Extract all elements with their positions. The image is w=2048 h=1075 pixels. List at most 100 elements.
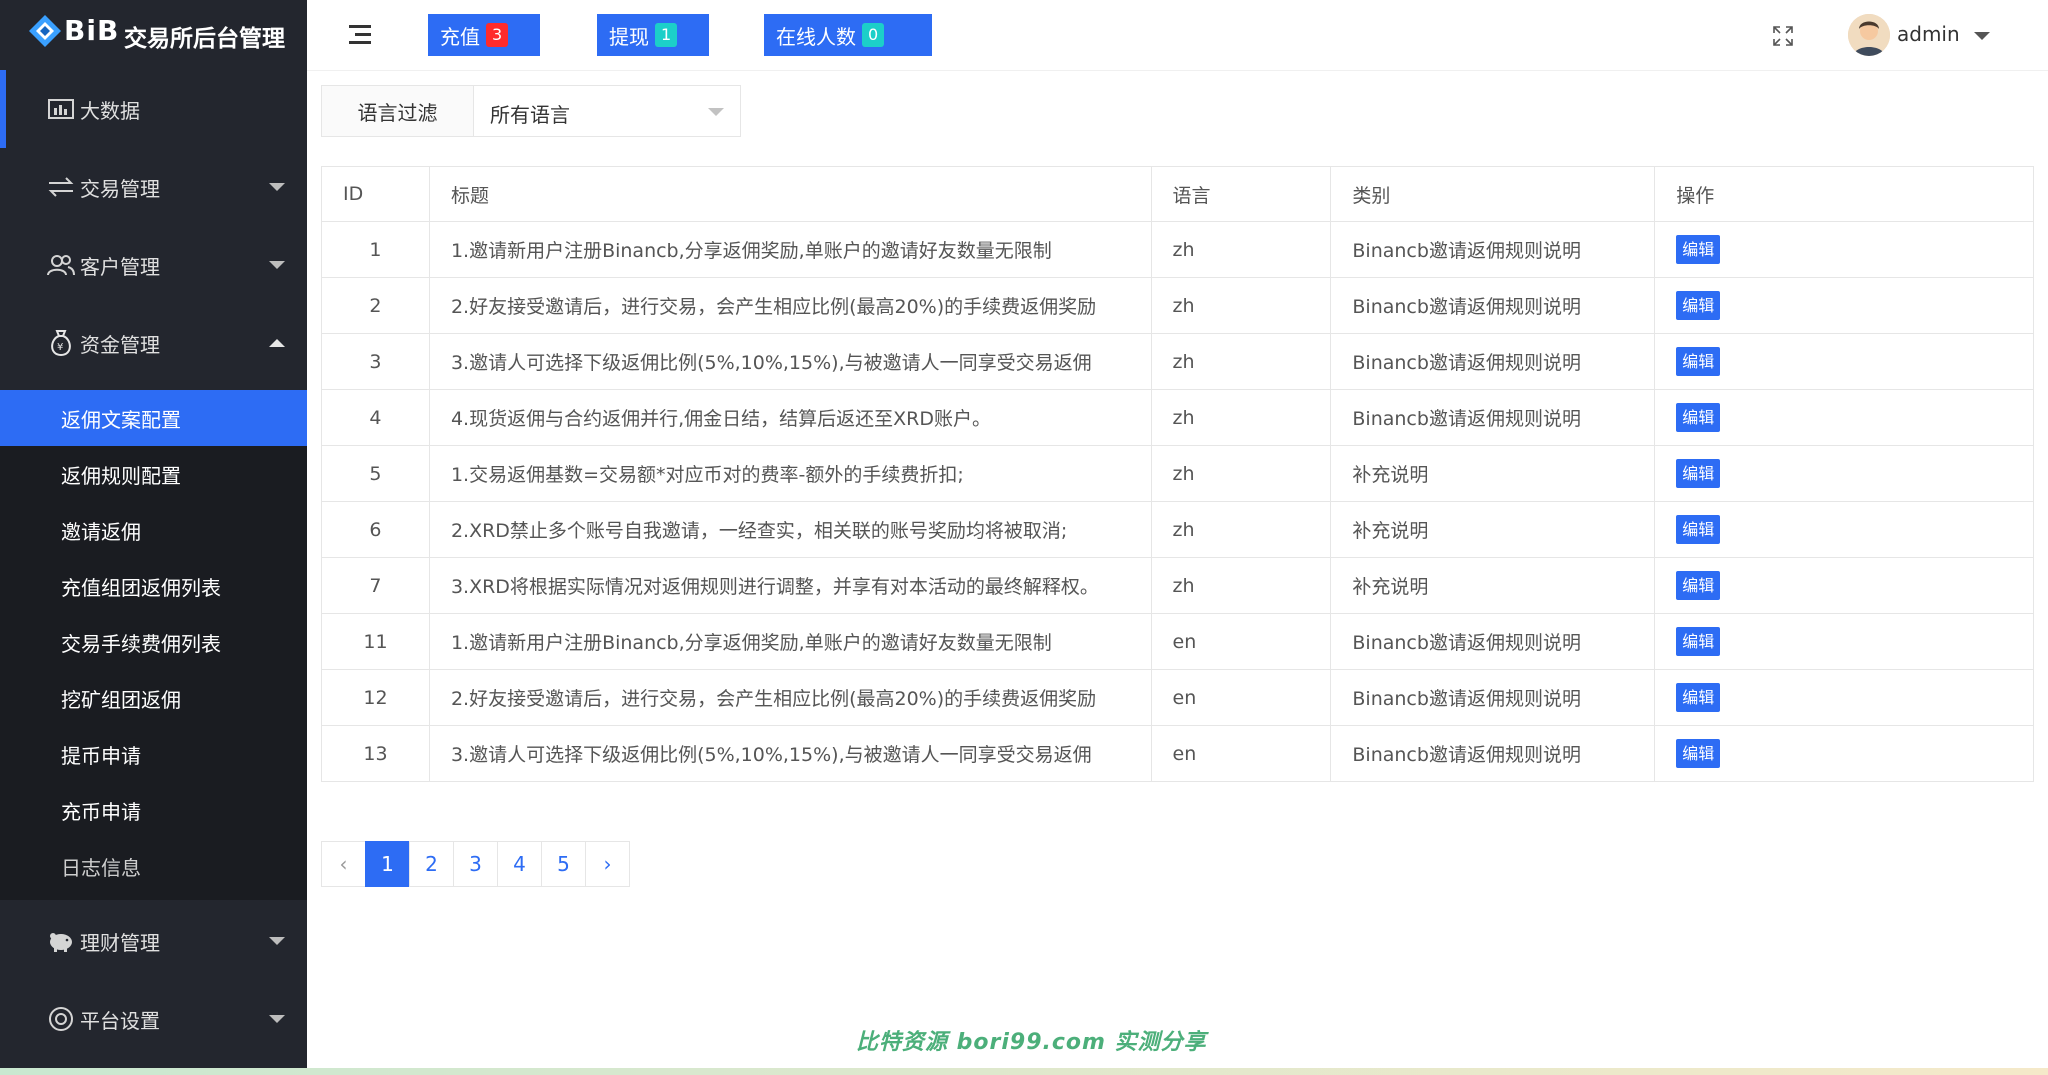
language-select[interactable]: 所有语言 <box>474 85 741 137</box>
cell-category: Binancb邀请返佣规则说明 <box>1330 613 1656 670</box>
table-row: 13 3.邀请人可选择下级返佣比例(5%,10%,15%),与被邀请人一同享受交易… <box>321 725 2034 782</box>
submenu-item-rebate-copy[interactable]: 返佣文案配置 <box>0 390 307 446</box>
admin-username[interactable]: admin <box>1897 22 1960 46</box>
cell-id: 11 <box>321 613 430 670</box>
top-header: 充值 3 提现 1 在线人数 0 admin <box>307 0 2048 71</box>
sidebar-item-platform-settings[interactable]: 平台设置 <box>0 980 307 1058</box>
sidebar-item-bigdata[interactable]: 大数据 <box>0 70 307 148</box>
submenu-item-invite-rebate[interactable]: 邀请返佣 <box>0 502 307 558</box>
online-users-label: 在线人数 <box>776 24 856 49</box>
submenu-item-deposit-apply[interactable]: 充币申请 <box>0 782 307 838</box>
cell-category: Binancb邀请返佣规则说明 <box>1330 221 1656 278</box>
submenu-item-trade-fee[interactable]: 交易手续费佣列表 <box>0 614 307 670</box>
chevron-down-icon <box>708 108 724 116</box>
pagination-page-5[interactable]: 5 <box>541 841 586 887</box>
recharge-button[interactable]: 充值 3 <box>428 14 540 56</box>
cell-action: 编辑 <box>1654 445 2034 502</box>
cell-id: 13 <box>321 725 430 782</box>
edit-button[interactable]: 编辑 <box>1676 235 1721 264</box>
cell-id: 5 <box>321 445 430 502</box>
cell-action: 编辑 <box>1654 333 2034 390</box>
logo-text: BiB <box>64 14 120 47</box>
cell-id: 6 <box>321 501 430 558</box>
chart-icon <box>47 95 75 123</box>
submenu-item-label: 挖矿组团返佣 <box>61 687 181 712</box>
cell-id: 2 <box>321 277 430 334</box>
cell-action: 编辑 <box>1654 557 2034 614</box>
pagination-page-3[interactable]: 3 <box>453 841 498 887</box>
sidebar-item-label: 客户管理 <box>80 254 160 279</box>
submenu-item-mining-group[interactable]: 挖矿组团返佣 <box>0 670 307 726</box>
submenu-item-label: 充值组团返佣列表 <box>61 575 221 600</box>
column-header-category: 类别 <box>1330 166 1656 222</box>
edit-button[interactable]: 编辑 <box>1676 627 1721 656</box>
cell-category: Binancb邀请返佣规则说明 <box>1330 277 1656 334</box>
cell-category: 补充说明 <box>1330 445 1656 502</box>
cell-language: zh <box>1150 389 1332 446</box>
fullscreen-icon[interactable] <box>1773 26 1793 46</box>
withdraw-button[interactable]: 提现 1 <box>597 14 709 56</box>
user-avatar-icon <box>1848 14 1890 56</box>
cell-id: 3 <box>321 333 430 390</box>
edit-button[interactable]: 编辑 <box>1676 515 1721 544</box>
online-users-count-badge: 0 <box>862 23 885 47</box>
cell-category: Binancb邀请返佣规则说明 <box>1330 669 1656 726</box>
cell-language: en <box>1150 725 1332 782</box>
cell-language: zh <box>1150 277 1332 334</box>
pagination-page-2[interactable]: 2 <box>409 841 454 887</box>
pagination-page-1[interactable]: 1 <box>365 841 410 887</box>
exchange-icon <box>47 173 75 201</box>
language-select-value: 所有语言 <box>490 103 570 127</box>
column-header-language: 语言 <box>1150 166 1332 222</box>
cell-action: 编辑 <box>1654 669 2034 726</box>
chevron-down-icon[interactable] <box>1974 32 1990 40</box>
edit-button[interactable]: 编辑 <box>1676 347 1721 376</box>
table-row: 7 3.XRD将根据实际情况对返佣规则进行调整，并享有对本活动的最终解释权。 zh 补… <box>321 557 2034 614</box>
submenu-item-label: 返佣规则配置 <box>61 463 181 488</box>
cell-action: 编辑 <box>1654 613 2034 670</box>
column-header-action: 操作 <box>1654 166 2034 222</box>
edit-button[interactable]: 编辑 <box>1676 291 1721 320</box>
avatar[interactable] <box>1848 14 1890 56</box>
recharge-label: 充值 <box>440 24 480 49</box>
edit-button[interactable]: 编辑 <box>1676 459 1721 488</box>
cell-title: 1.交易返佣基数=交易额*对应币对的费率-额外的手续费折扣; <box>428 445 1152 502</box>
pagination-next[interactable]: › <box>585 841 630 887</box>
submenu-item-log[interactable]: 日志信息 <box>0 838 307 894</box>
sidebar-item-funds[interactable]: ¥ 资金管理 <box>0 304 307 382</box>
svg-text:¥: ¥ <box>57 342 63 353</box>
cell-title: 2.好友接受邀请后，进行交易，会产生相应比例(最高20%)的手续费返佣奖励 <box>428 277 1152 334</box>
table-row: 6 2.XRD禁止多个账号自我邀请，一经查实，相关联的账号奖励均将被取消; zh 补充… <box>321 501 2034 558</box>
watermark: 比特资源 bori99.com 实测分享 <box>856 1030 1207 1055</box>
sidebar-item-customer[interactable]: 客户管理 <box>0 226 307 304</box>
table-row: 11 1.邀请新用户注册Binancb,分享返佣奖励,单账户的邀请好友数量无限制 e… <box>321 613 2034 670</box>
edit-button[interactable]: 编辑 <box>1676 571 1721 600</box>
column-header-title: 标题 <box>428 166 1152 222</box>
sidebar-item-trade[interactable]: 交易管理 <box>0 148 307 226</box>
menu-toggle-icon[interactable] <box>349 25 371 45</box>
edit-button[interactable]: 编辑 <box>1676 403 1721 432</box>
submenu-item-label: 充币申请 <box>61 799 141 824</box>
pagination-prev[interactable]: ‹ <box>321 841 366 887</box>
sidebar: BiB 交易所后台管理 大数据 交易管理 客户管理 ¥ 资金管理 返佣文案配置 … <box>0 0 307 1075</box>
submenu-item-label: 提币申请 <box>61 743 141 768</box>
cell-language: zh <box>1150 333 1332 390</box>
submenu-item-recharge-group[interactable]: 充值组团返佣列表 <box>0 558 307 614</box>
cell-action: 编辑 <box>1654 221 2034 278</box>
chevron-down-icon <box>269 1015 285 1023</box>
cell-id: 7 <box>321 557 430 614</box>
submenu-item-rebate-rules[interactable]: 返佣规则配置 <box>0 446 307 502</box>
pagination-page-4[interactable]: 4 <box>497 841 542 887</box>
sidebar-item-finance[interactable]: 理财管理 <box>0 902 307 980</box>
cell-title: 1.邀请新用户注册Binancb,分享返佣奖励,单账户的邀请好友数量无限制 <box>428 613 1152 670</box>
cell-action: 编辑 <box>1654 277 2034 334</box>
submenu-item-withdraw-apply[interactable]: 提币申请 <box>0 726 307 782</box>
rebate-copy-table: ID 标题 语言 类别 操作 1 1.邀请新用户注册Binancb,分享返佣奖励,… <box>321 166 2034 782</box>
cell-id: 4 <box>321 389 430 446</box>
language-filter-label: 语言过滤 <box>321 85 474 137</box>
online-users-button[interactable]: 在线人数 0 <box>764 14 932 56</box>
column-header-id: ID <box>321 166 430 222</box>
edit-button[interactable]: 编辑 <box>1676 739 1721 768</box>
table-row: 2 2.好友接受邀请后，进行交易，会产生相应比例(最高20%)的手续费返佣奖励 zh… <box>321 277 2034 334</box>
edit-button[interactable]: 编辑 <box>1676 683 1721 712</box>
